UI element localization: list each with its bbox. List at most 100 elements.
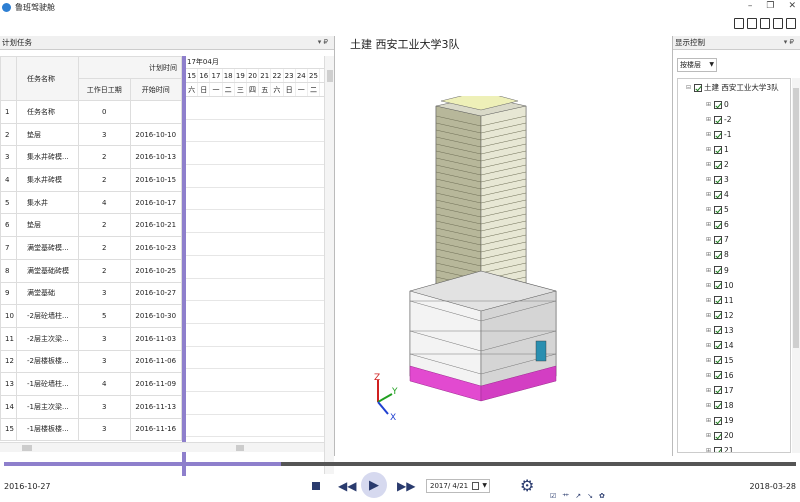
layout-4-icon[interactable] <box>773 18 783 29</box>
floor-tree-item[interactable]: ⊞ 6 <box>706 217 734 232</box>
expand-icon[interactable]: ⊞ <box>706 327 714 334</box>
task-name-cell[interactable]: 任务名称 <box>16 100 79 124</box>
stop-button[interactable] <box>312 482 320 490</box>
mini-tool-icon[interactable]: 艹 <box>562 492 569 502</box>
duration-cell[interactable]: 2 <box>78 258 131 283</box>
duration-header[interactable]: 工作日工期 <box>78 78 131 101</box>
task-name-cell[interactable]: -1层楼板楼... <box>16 417 79 442</box>
table-row[interactable]: 10 -2层砼墙柱... 5 2016-10-30 <box>0 304 182 328</box>
collapse-icon[interactable]: ⊟ <box>686 84 694 91</box>
table-row[interactable]: 12 -2层楼板楼... 3 2016-11-06 <box>0 349 182 374</box>
expand-icon[interactable]: ⊞ <box>706 447 714 452</box>
filter-by-floor-select[interactable]: 按楼层 ▼ <box>677 58 717 72</box>
task-name-cell[interactable]: 集水井砖模... <box>16 145 79 170</box>
row-index[interactable]: 8 <box>0 258 17 283</box>
close-button[interactable]: ✕ <box>788 1 796 11</box>
floor-tree-item[interactable]: ⊞ 2 <box>706 157 734 172</box>
checkbox[interactable] <box>714 431 722 440</box>
floor-tree-item[interactable]: ⊞ 0 <box>706 97 734 112</box>
floor-tree-item[interactable]: ⊞ 20 <box>706 428 734 443</box>
mini-tool-icon[interactable]: ↗ <box>575 492 581 502</box>
row-index[interactable]: 12 <box>0 349 17 374</box>
previous-button[interactable]: ◀◀ <box>338 479 356 493</box>
mini-tool-icon[interactable]: ↘ <box>587 492 593 502</box>
start-date-cell[interactable]: 2016-11-16 <box>129 417 182 442</box>
duration-cell[interactable]: 2 <box>78 236 131 260</box>
task-name-header[interactable]: 任务名称 <box>16 56 79 101</box>
checkbox[interactable] <box>714 235 722 244</box>
row-index[interactable]: 2 <box>0 122 17 147</box>
mini-tool-icon[interactable]: ✿ <box>599 492 605 502</box>
table-row[interactable]: 15 -1层楼板楼... 3 2016-11-16 <box>0 417 182 442</box>
checkbox[interactable] <box>714 386 722 395</box>
duration-cell[interactable]: 2 <box>78 145 131 170</box>
model-view[interactable]: 土建 西安工业大学3队 Z Y X <box>336 36 670 456</box>
expand-icon[interactable]: ⊞ <box>706 236 714 243</box>
expand-icon[interactable]: ⊞ <box>706 297 714 304</box>
start-date-cell[interactable]: 2016-10-25 <box>129 258 182 283</box>
table-row[interactable]: 8 满堂基础砖模 2 2016-10-25 <box>0 258 182 283</box>
tree-root-item[interactable]: ⊟ 土建 西安工业大学3队 <box>686 82 779 93</box>
expand-icon[interactable]: ⊞ <box>706 432 714 439</box>
row-index[interactable]: 11 <box>0 326 17 351</box>
floor-tree-item[interactable]: ⊞ 9 <box>706 263 734 278</box>
current-date-picker[interactable]: 2017/ 4/21 ▼ <box>426 479 490 493</box>
floor-tree-item[interactable]: ⊞ -2 <box>706 112 734 127</box>
table-row[interactable]: 7 满堂基砖模... 2 2016-10-23 <box>0 236 182 260</box>
table-row[interactable]: 6 垫层 2 2016-10-21 <box>0 213 182 238</box>
duration-cell[interactable]: 4 <box>78 372 131 396</box>
pin-icon[interactable]: ▾ ₽ <box>318 38 328 46</box>
calendar-icon[interactable] <box>472 482 479 490</box>
expand-icon[interactable]: ⊞ <box>706 251 714 258</box>
checkbox[interactable] <box>714 266 722 275</box>
floor-tree-item[interactable]: ⊞ 5 <box>706 202 734 217</box>
expand-icon[interactable]: ⊞ <box>706 282 714 289</box>
checkbox[interactable] <box>714 115 722 124</box>
start-date-cell[interactable]: 2016-11-13 <box>129 394 182 419</box>
settings-gear-icon[interactable]: ⚙ <box>520 476 534 495</box>
row-index[interactable]: 5 <box>0 190 17 215</box>
floor-tree-item[interactable]: ⊞ 3 <box>706 172 734 187</box>
floor-tree-item[interactable]: ⊞ -1 <box>706 127 734 142</box>
checkbox[interactable] <box>694 83 702 92</box>
row-index[interactable]: 13 <box>0 372 17 396</box>
row-index[interactable]: 4 <box>0 168 17 192</box>
tree-scrollbar[interactable] <box>792 78 800 453</box>
checkbox[interactable] <box>714 416 722 425</box>
start-date-cell[interactable]: 2016-10-27 <box>129 281 182 306</box>
task-name-cell[interactable]: 满堂基础 <box>16 281 79 306</box>
expand-icon[interactable]: ⊞ <box>706 146 714 153</box>
task-name-cell[interactable]: -2层主次梁... <box>16 326 79 351</box>
floor-tree-item[interactable]: ⊞ 15 <box>706 353 734 368</box>
table-row[interactable]: 13 -1层砼墙柱... 4 2016-11-09 <box>0 372 182 396</box>
duration-cell[interactable]: 3 <box>78 326 131 351</box>
task-name-cell[interactable]: 满堂基础砖模 <box>16 258 79 283</box>
expand-icon[interactable]: ⊞ <box>706 131 714 138</box>
start-date-cell[interactable]: 2016-10-15 <box>129 168 182 192</box>
table-row[interactable]: 3 集水井砖模... 2 2016-10-13 <box>0 145 182 170</box>
task-vertical-scrollbar[interactable] <box>324 56 334 474</box>
task-name-cell[interactable]: 垫层 <box>16 213 79 238</box>
start-date-cell[interactable] <box>129 100 182 124</box>
task-name-cell[interactable]: -2层楼板楼... <box>16 349 79 374</box>
play-button[interactable]: ▶ <box>361 472 387 498</box>
checkbox[interactable] <box>714 100 722 109</box>
expand-icon[interactable]: ⊞ <box>706 191 714 198</box>
row-index[interactable]: 1 <box>0 100 17 124</box>
task-name-cell[interactable]: 集水井砖模 <box>16 168 79 192</box>
duration-cell[interactable]: 3 <box>78 349 131 374</box>
expand-icon[interactable]: ⊞ <box>706 402 714 409</box>
start-date-cell[interactable]: 2016-10-17 <box>129 190 182 215</box>
table-row[interactable]: 2 垫层 3 2016-10-10 <box>0 122 182 147</box>
timeline-progress[interactable] <box>4 462 796 466</box>
checkbox[interactable] <box>714 401 722 410</box>
table-row[interactable]: 5 集水井 4 2016-10-17 <box>0 190 182 215</box>
floor-tree-item[interactable]: ⊞ 7 <box>706 232 734 247</box>
checkbox[interactable] <box>714 356 722 365</box>
duration-cell[interactable]: 0 <box>78 100 131 124</box>
duration-cell[interactable]: 2 <box>78 168 131 192</box>
checkbox[interactable] <box>714 175 722 184</box>
task-name-cell[interactable]: 满堂基砖模... <box>16 236 79 260</box>
checkbox[interactable] <box>714 446 722 452</box>
row-index[interactable]: 10 <box>0 304 17 328</box>
